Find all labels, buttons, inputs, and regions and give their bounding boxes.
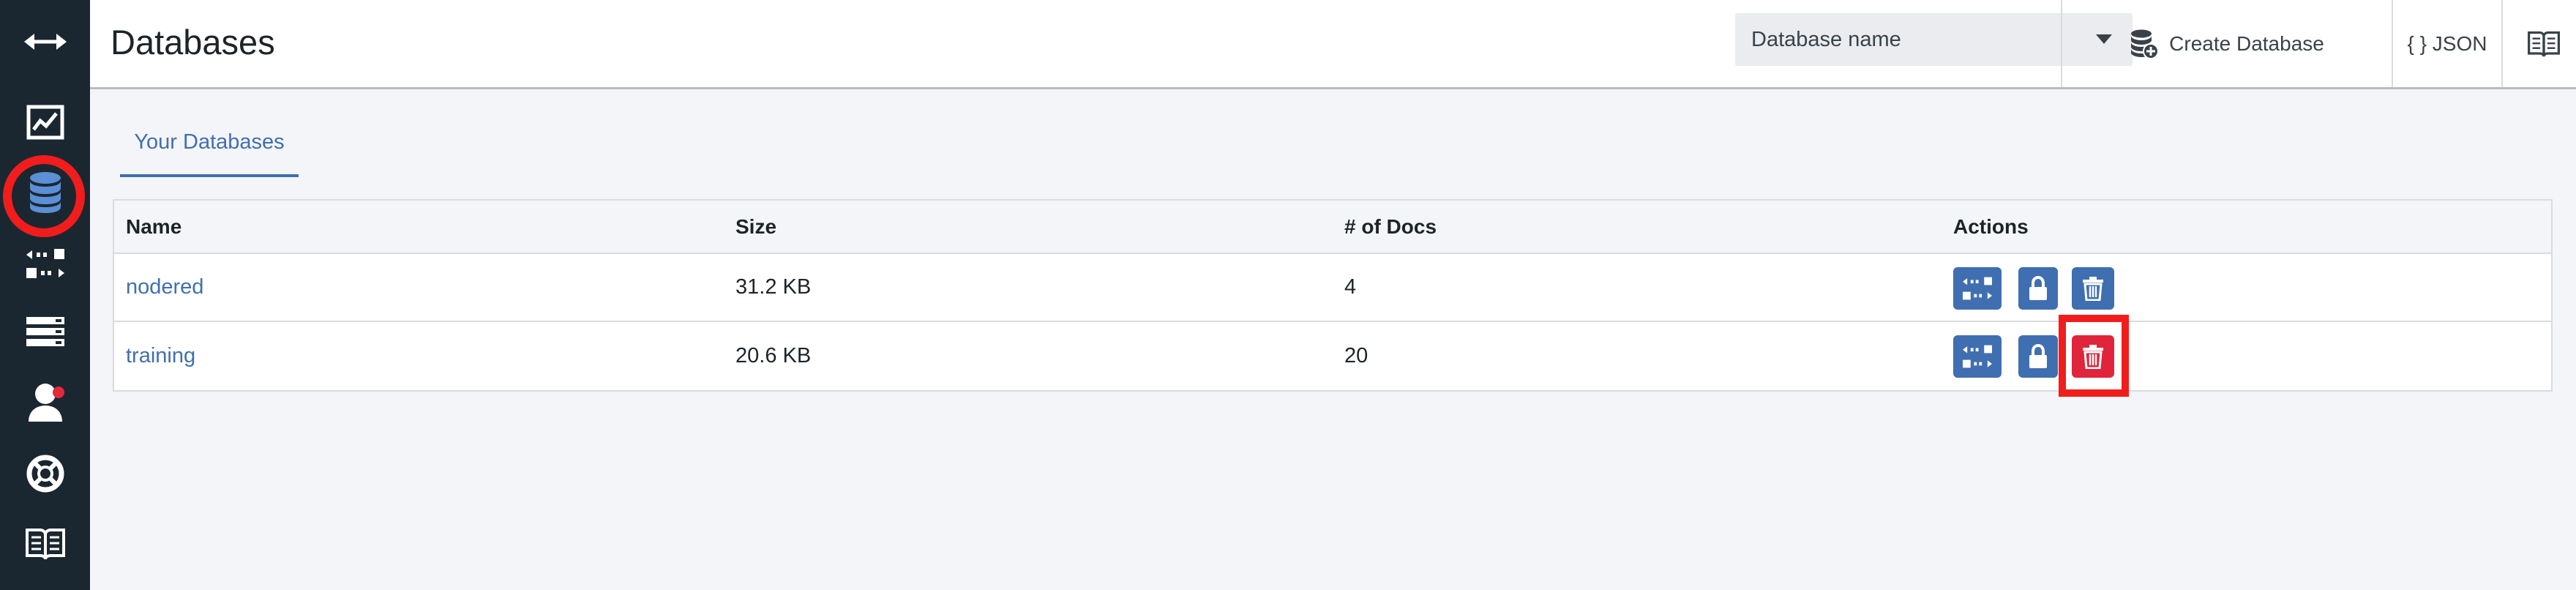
databases-table: Name Size # of Docs Actions nodered 31.2… bbox=[113, 199, 2553, 397]
replication-icon bbox=[26, 249, 64, 278]
expand-nav-button[interactable] bbox=[0, 9, 90, 75]
lock-icon bbox=[2029, 344, 2047, 368]
column-header-size[interactable]: Size bbox=[735, 201, 776, 253]
lock-icon bbox=[2029, 276, 2047, 300]
permissions-button[interactable] bbox=[2018, 335, 2058, 378]
expand-arrows-icon bbox=[23, 34, 67, 50]
database-name-cell: nodered bbox=[126, 254, 203, 321]
create-database-label: Create Database bbox=[2169, 31, 2324, 55]
table-row: nodered 31.2 KB 4 bbox=[114, 254, 2551, 322]
documentation-book-icon bbox=[2527, 31, 2560, 56]
table-row: training 20.6 KB 20 bbox=[114, 315, 2551, 397]
database-docs-cell: 4 bbox=[1344, 275, 1357, 299]
replicate-button[interactable] bbox=[1953, 267, 2002, 310]
table-header-row: Name Size # of Docs Actions bbox=[114, 201, 2551, 254]
trash-icon bbox=[2083, 345, 2103, 369]
documentation-book-icon bbox=[25, 529, 65, 560]
tab-your-databases-label: Your Databases bbox=[134, 130, 285, 154]
nav-active-tasks[interactable] bbox=[0, 299, 90, 365]
column-header-docs[interactable]: # of Docs bbox=[1344, 201, 1437, 253]
database-docs-cell: 20 bbox=[1344, 344, 1368, 367]
server-stack-icon bbox=[26, 317, 64, 346]
database-name-cell: training bbox=[126, 322, 195, 390]
json-view-label: { } JSON bbox=[2407, 31, 2487, 55]
database-name-select-value: Database name bbox=[1751, 27, 1901, 51]
page-title: Databases bbox=[111, 23, 275, 61]
database-link[interactable]: training bbox=[126, 344, 195, 368]
database-link[interactable]: nodered bbox=[126, 275, 203, 299]
nav-databases[interactable] bbox=[0, 160, 90, 225]
nav-account[interactable] bbox=[0, 369, 90, 435]
create-database-button[interactable]: Create Database bbox=[2062, 0, 2392, 87]
replication-icon bbox=[1963, 277, 1992, 300]
permissions-button[interactable] bbox=[2018, 267, 2058, 310]
database-add-icon bbox=[2131, 29, 2160, 59]
column-header-actions: Actions bbox=[1953, 214, 2029, 238]
delete-database-button[interactable] bbox=[2072, 335, 2114, 378]
database-size-cell: 20.6 KB bbox=[735, 344, 812, 367]
notification-dot bbox=[53, 387, 64, 398]
left-nav bbox=[0, 0, 90, 590]
documentation-button[interactable] bbox=[2503, 0, 2576, 87]
trash-icon bbox=[2083, 277, 2103, 301]
replicate-button[interactable] bbox=[1953, 335, 2002, 378]
database-size-cell: 31.2 KB bbox=[735, 275, 812, 299]
nav-support[interactable] bbox=[0, 441, 90, 507]
delete-database-button[interactable] bbox=[2072, 267, 2114, 310]
replication-icon bbox=[1963, 345, 1992, 368]
top-header: Databases Database name Create Database … bbox=[90, 0, 2576, 89]
activity-chart-icon bbox=[26, 105, 64, 140]
lifebuoy-icon bbox=[26, 455, 64, 493]
database-icon bbox=[29, 172, 61, 213]
nav-documentation[interactable] bbox=[0, 511, 90, 577]
column-header-name[interactable]: Name bbox=[126, 201, 181, 253]
json-view-button[interactable]: { } JSON bbox=[2393, 0, 2501, 87]
nav-monitoring[interactable] bbox=[0, 89, 90, 155]
nav-replication[interactable] bbox=[0, 231, 90, 296]
tab-your-databases[interactable]: Your Databases bbox=[120, 110, 299, 177]
